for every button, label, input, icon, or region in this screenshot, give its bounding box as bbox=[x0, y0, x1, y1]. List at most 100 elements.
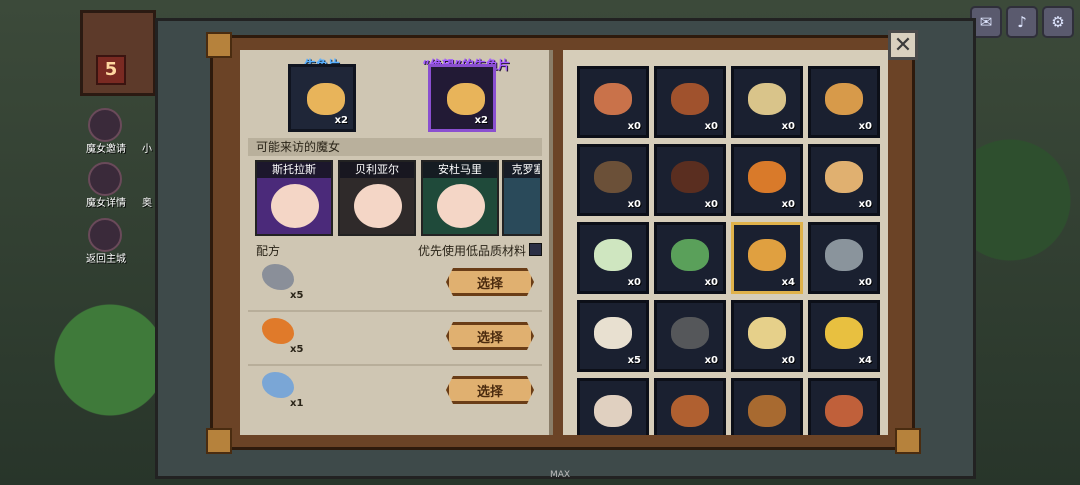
ingredient-count: x5 bbox=[290, 290, 304, 301]
witch-detail-label: 魔女详情 bbox=[86, 198, 126, 209]
witch-face bbox=[437, 184, 485, 228]
witch-face bbox=[271, 184, 319, 228]
dish-count: x4 bbox=[858, 355, 872, 366]
dish-count: x0 bbox=[781, 199, 795, 210]
witch-portrait[interactable]: 安杜马里 bbox=[421, 160, 499, 236]
dish-slot[interactable]: x0 bbox=[731, 66, 803, 138]
dish-slot[interactable]: x0 bbox=[577, 222, 649, 294]
fish-blue-icon bbox=[262, 372, 294, 398]
dish-slot[interactable]: x0 bbox=[577, 66, 649, 138]
partial-label: 小 bbox=[142, 144, 152, 155]
dish-count: x0 bbox=[627, 277, 641, 288]
witch-invite-label: 魔女邀请 bbox=[86, 144, 126, 155]
ingredient-count: x5 bbox=[290, 344, 304, 355]
witch-face bbox=[354, 184, 402, 228]
dish-icon bbox=[825, 395, 863, 427]
dish-icon bbox=[671, 317, 709, 349]
select-button[interactable]: 选择 bbox=[446, 376, 534, 404]
dish-count: x0 bbox=[627, 199, 641, 210]
dish-icon bbox=[671, 161, 709, 193]
dish-slot[interactable]: x0 bbox=[731, 300, 803, 372]
fish-gray-icon bbox=[262, 264, 294, 290]
level-badge: 5 bbox=[96, 55, 126, 85]
return-city-icon[interactable] bbox=[88, 218, 122, 252]
dish-slot[interactable]: x0 bbox=[808, 66, 880, 138]
dish-icon bbox=[594, 317, 632, 349]
dish-slot[interactable]: x0 bbox=[808, 144, 880, 216]
dish-slot[interactable] bbox=[654, 378, 726, 435]
dish-slot[interactable]: x0 bbox=[577, 144, 649, 216]
sashimi-icon bbox=[307, 83, 345, 115]
dish-count: x0 bbox=[627, 121, 641, 132]
dish-icon bbox=[825, 317, 863, 349]
fish-orange-icon bbox=[262, 318, 294, 344]
low-quality-checkbox[interactable] bbox=[529, 243, 542, 256]
dish-icon bbox=[825, 239, 863, 271]
dish-slot[interactable]: x0 bbox=[654, 66, 726, 138]
product-slot[interactable]: x2 bbox=[428, 64, 496, 132]
product-slot[interactable]: x2 bbox=[288, 64, 356, 132]
dish-slot[interactable]: x5 bbox=[577, 300, 649, 372]
dish-count: x0 bbox=[781, 355, 795, 366]
dish-icon bbox=[671, 239, 709, 271]
book-corner bbox=[206, 32, 232, 58]
recipe-row: x5 选择 bbox=[248, 258, 542, 312]
dish-count: x0 bbox=[858, 199, 872, 210]
witch-invite-icon[interactable] bbox=[88, 108, 122, 142]
dish-count: x0 bbox=[704, 199, 718, 210]
witch-name: 安杜马里 bbox=[423, 162, 497, 178]
close-button[interactable]: ✕ bbox=[888, 30, 918, 60]
settings-icon[interactable]: ⚙ bbox=[1042, 6, 1074, 38]
dish-icon bbox=[594, 161, 632, 193]
max-label: MAX bbox=[550, 470, 571, 480]
dish-count: x0 bbox=[704, 277, 718, 288]
dish-slot[interactable]: x4 bbox=[731, 222, 803, 294]
dish-icon bbox=[825, 83, 863, 115]
dish-count: x0 bbox=[704, 121, 718, 132]
dish-icon bbox=[825, 161, 863, 193]
dish-slot[interactable]: x4 bbox=[808, 300, 880, 372]
witch-name: 克罗塞 bbox=[504, 162, 540, 178]
witch-portrait[interactable]: 克罗塞 bbox=[502, 160, 542, 236]
dish-slot[interactable]: x0 bbox=[654, 300, 726, 372]
dish-slot[interactable] bbox=[731, 378, 803, 435]
dish-count: x0 bbox=[858, 277, 872, 288]
dish-icon bbox=[748, 239, 786, 271]
recipe-row: x5 选择 bbox=[248, 312, 542, 366]
witch-detail-icon[interactable] bbox=[88, 162, 122, 196]
book-right-page: x0 x0 x0 x0 x0 x0 x0 x0 x0 x0 x4 x0 x5 x0 x0 x4 bbox=[563, 50, 888, 435]
select-button[interactable]: 选择 bbox=[446, 268, 534, 296]
recipe-title: 配方 bbox=[256, 244, 281, 258]
select-button[interactable]: 选择 bbox=[446, 322, 534, 350]
dish-slot[interactable] bbox=[808, 378, 880, 435]
dish-icon bbox=[748, 317, 786, 349]
dish-slot[interactable]: x0 bbox=[808, 222, 880, 294]
dish-icon bbox=[748, 83, 786, 115]
recipe-row: x1 选择 bbox=[248, 366, 542, 418]
partial-label: 奥 bbox=[142, 198, 152, 209]
witch-name: 贝利亚尔 bbox=[340, 162, 414, 178]
book-corner bbox=[206, 428, 232, 454]
dish-icon bbox=[594, 239, 632, 271]
book-corner bbox=[895, 428, 921, 454]
dish-slot[interactable]: x0 bbox=[654, 144, 726, 216]
dish-icon bbox=[594, 395, 632, 427]
dish-count: x5 bbox=[627, 355, 641, 366]
dish-count: x0 bbox=[704, 355, 718, 366]
witch-portrait[interactable]: 斯托拉斯 bbox=[255, 160, 333, 236]
dish-icon bbox=[748, 395, 786, 427]
dish-icon bbox=[594, 83, 632, 115]
witch-portrait[interactable]: 贝利亚尔 bbox=[338, 160, 416, 236]
dish-icon bbox=[671, 395, 709, 427]
dish-count: x4 bbox=[781, 277, 795, 288]
dish-count: x0 bbox=[858, 121, 872, 132]
dish-icon bbox=[671, 83, 709, 115]
dish-slot[interactable]: x0 bbox=[654, 222, 726, 294]
sashimi-icon bbox=[447, 83, 485, 115]
return-city-label: 返回主城 bbox=[86, 254, 126, 265]
dish-slot[interactable]: x0 bbox=[731, 144, 803, 216]
sound-icon[interactable]: ♪ bbox=[1006, 6, 1038, 38]
dish-count: x0 bbox=[781, 121, 795, 132]
dish-slot[interactable] bbox=[577, 378, 649, 435]
visitors-title: 可能来访的魔女 bbox=[248, 138, 542, 156]
